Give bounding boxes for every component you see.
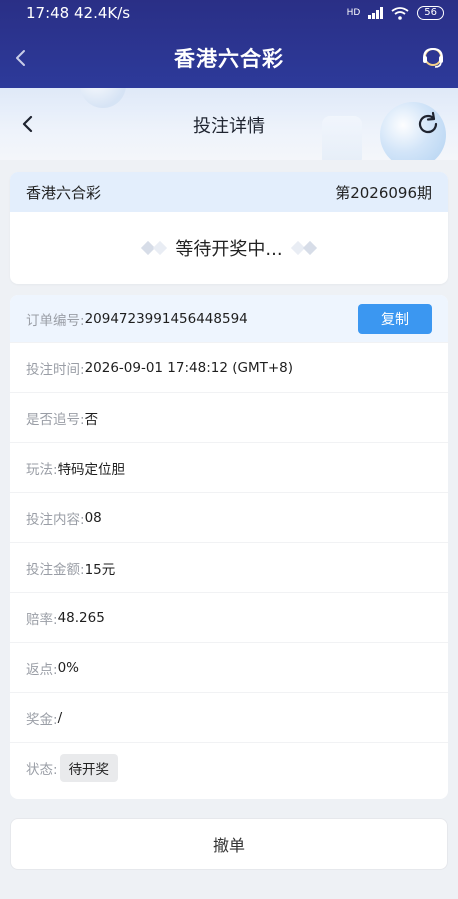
order-detail-card: 订单编号: 2094723991456448594 复制 投注时间: 2026-…: [10, 295, 448, 799]
row-label: 状态:: [26, 762, 58, 778]
lottery-name: 香港六合彩: [26, 183, 102, 202]
lottery-period: 第2026096期: [335, 183, 432, 202]
row-value: 48.265: [57, 609, 105, 626]
refresh-icon[interactable]: [414, 110, 442, 138]
lottery-card-header: 香港六合彩 第2026096期: [10, 172, 448, 212]
page-title: 投注详情: [193, 116, 265, 137]
row-label: 订单编号:: [26, 312, 85, 329]
order-id-row: 订单编号: 2094723991456448594 复制: [10, 295, 448, 343]
row-value: 特码定位胆: [57, 461, 126, 478]
copy-button[interactable]: 复制: [358, 304, 432, 334]
status-icons: HD 56: [347, 6, 444, 20]
back-icon[interactable]: [8, 44, 36, 72]
row-value: 0%: [57, 659, 79, 676]
row-value: 否: [84, 411, 99, 428]
bet-time-row: 投注时间: 2026-09-01 17:48:12 (GMT+8): [10, 343, 448, 393]
app-header: 香港六合彩: [0, 30, 458, 86]
bet-content-row: 投注内容: 08: [10, 493, 448, 543]
bet-amount-row: 投注金额: 15元: [10, 543, 448, 593]
cancel-order-button[interactable]: 撤单: [10, 818, 448, 870]
draw-status: 等待开奖中...: [10, 212, 448, 284]
row-label: 奖金:: [26, 711, 58, 728]
row-label: 赔率:: [26, 611, 58, 628]
play-type-row: 玩法: 特码定位胆: [10, 443, 448, 493]
row-value: 2026-09-01 17:48:12 (GMT+8): [84, 359, 294, 376]
lottery-card: 香港六合彩 第2026096期 等待开奖中...: [10, 172, 448, 284]
status-time: 17:48 42.4K/s: [26, 4, 131, 22]
odds-row: 赔率: 48.265: [10, 593, 448, 643]
diamond-icon: [290, 240, 317, 256]
chase-row: 是否追号: 否: [10, 393, 448, 443]
row-label: 返点:: [26, 661, 58, 678]
row-value: 08: [84, 509, 102, 526]
wifi-icon: [391, 6, 409, 20]
status-badge: 待开奖: [59, 754, 119, 782]
status-row: 状态: 待开奖: [10, 743, 448, 793]
row-label: 投注内容:: [26, 511, 85, 528]
waiting-text: 等待开奖中...: [175, 239, 283, 260]
row-label: 玩法:: [26, 461, 58, 478]
row-label: 投注时间:: [26, 361, 85, 378]
row-value: /: [57, 709, 63, 726]
row-value: 15元: [84, 561, 116, 578]
row-label: 是否追号:: [26, 411, 85, 428]
order-id-value: 2094723991456448594: [84, 310, 248, 327]
battery-icon: 56: [417, 6, 444, 20]
rebate-row: 返点: 0%: [10, 643, 448, 693]
app-title: 香港六合彩: [174, 47, 284, 71]
prize-row: 奖金: /: [10, 693, 448, 743]
diamond-icon: [141, 240, 168, 256]
status-bar: 17:48 42.4K/s HD 56: [0, 0, 458, 26]
signal-icon: [368, 7, 384, 19]
network-label: HD: [346, 8, 361, 18]
headset-icon[interactable]: [420, 44, 446, 70]
sub-header: 投注详情: [0, 88, 458, 160]
decorative-ball: [80, 88, 126, 108]
row-label: 投注金额:: [26, 561, 85, 578]
app-top-bar: 17:48 42.4K/s HD 56 香港六合彩: [0, 0, 458, 88]
